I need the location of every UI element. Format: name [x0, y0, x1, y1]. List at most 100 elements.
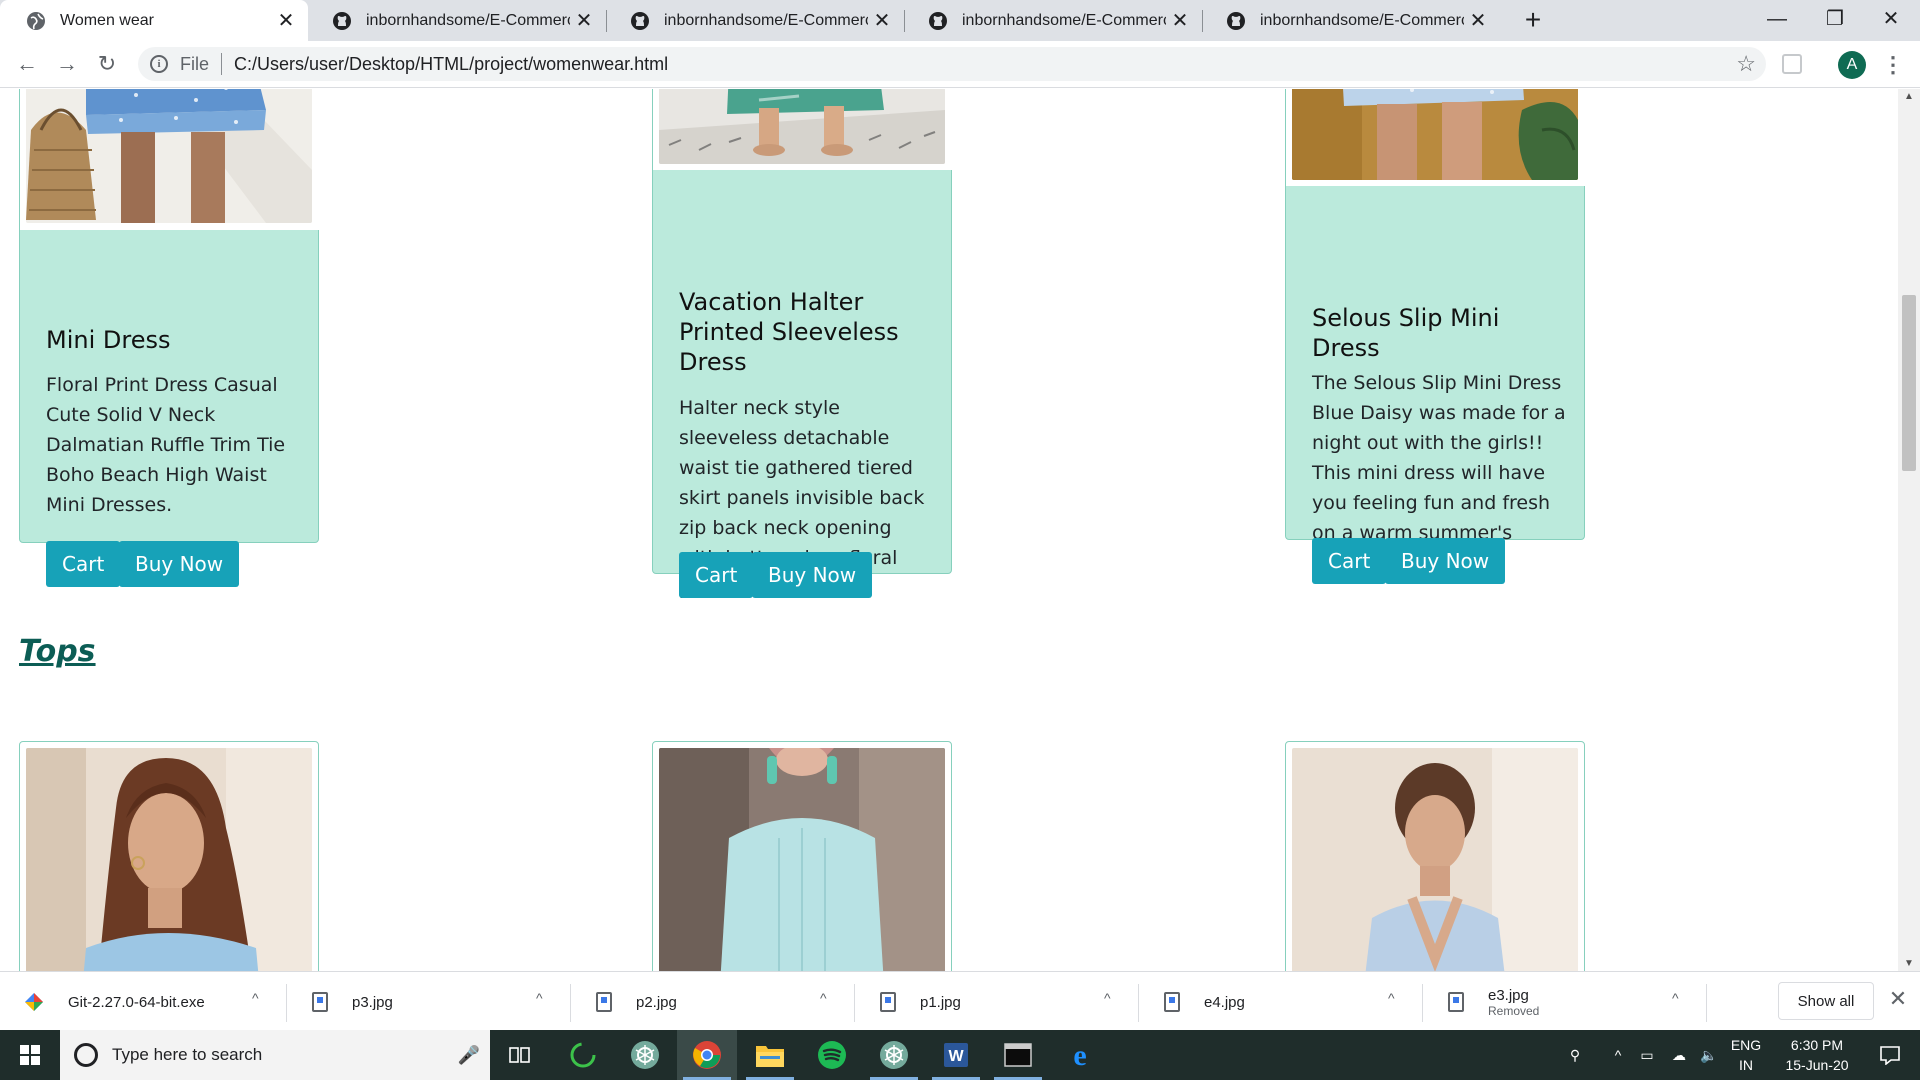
- window-close-button[interactable]: ✕: [1862, 0, 1920, 41]
- download-filename: Git-2.27.0-64-bit.exe: [68, 993, 205, 1011]
- action-center-icon[interactable]: [1862, 1030, 1918, 1080]
- product-image-top-1[interactable]: [26, 748, 312, 971]
- tab-close-icon[interactable]: ✕: [868, 8, 896, 33]
- product-card-mini-dress: Mini Dress Floral Print Dress Casual Cut…: [19, 89, 320, 587]
- maximize-button[interactable]: ❐: [1806, 0, 1864, 41]
- task-view-icon[interactable]: [490, 1030, 550, 1080]
- product-title: Vacation Halter Printed Sleeveless Dress: [679, 288, 899, 376]
- tab-close-icon[interactable]: ✕: [1166, 8, 1194, 33]
- add-to-cart-button[interactable]: Cart: [679, 552, 754, 598]
- file-explorer-icon[interactable]: [740, 1030, 800, 1080]
- tab-github-4[interactable]: inbornhandsome/E-Commerce ✕: [1200, 0, 1500, 41]
- scrollbar-thumb[interactable]: [1902, 295, 1916, 471]
- page-content: Mini Dress Floral Print Dress Casual Cut…: [0, 89, 1898, 971]
- tab-close-icon[interactable]: ✕: [570, 8, 598, 33]
- download-separator: [1422, 984, 1423, 1022]
- profile-avatar[interactable]: A: [1838, 51, 1866, 79]
- product-card-selous-slip-dress: Selous Slip Mini Dress The Selous Slip M…: [1285, 89, 1586, 584]
- windows-start-button[interactable]: [0, 1030, 60, 1080]
- download-options-caret-icon[interactable]: ^: [820, 990, 827, 1006]
- onedrive-cloud-icon[interactable]: ☁: [1664, 1030, 1694, 1080]
- download-item-p2[interactable]: p2.jpg: [596, 980, 677, 1024]
- product-title: Mini Dress: [46, 326, 171, 354]
- download-filename: p3.jpg: [352, 993, 393, 1011]
- tab-github-2[interactable]: inbornhandsome/E-Commerce a ✕: [604, 0, 904, 41]
- add-to-cart-button[interactable]: Cart: [1312, 538, 1387, 584]
- product-image-vacation-halter-dress[interactable]: [659, 89, 945, 164]
- show-all-downloads-button[interactable]: Show all: [1778, 982, 1874, 1020]
- address-bar[interactable]: i File C:/Users/user/Desktop/HTML/projec…: [138, 47, 1766, 81]
- extension-icon[interactable]: [1782, 54, 1802, 74]
- product-description: Floral Print Dress Casual Cute Solid V N…: [46, 374, 286, 516]
- forward-button[interactable]: →: [50, 47, 84, 81]
- openai-app-2-icon[interactable]: [864, 1030, 924, 1080]
- spotify-icon[interactable]: [802, 1030, 862, 1080]
- tab-close-icon[interactable]: ✕: [272, 8, 300, 33]
- tab-title: inbornhandsome/E-Commerce a: [664, 11, 868, 29]
- buy-now-button[interactable]: Buy Now: [1385, 538, 1506, 584]
- download-options-caret-icon[interactable]: ^: [536, 990, 543, 1006]
- close-downloads-bar-icon[interactable]: ✕: [1884, 986, 1912, 1012]
- download-options-caret-icon[interactable]: ^: [1388, 990, 1395, 1006]
- download-item-p1[interactable]: p1.jpg: [880, 980, 961, 1024]
- product-card-top-1: [19, 741, 319, 971]
- tab-github-3[interactable]: inbornhandsome/E-Commerce ✕: [902, 0, 1202, 41]
- system-clock[interactable]: 6:30 PM 15-Jun-20: [1762, 1035, 1872, 1075]
- browser-menu-icon[interactable]: ⋮: [1880, 48, 1906, 82]
- chrome-taskbar-icon[interactable]: [677, 1030, 737, 1080]
- new-tab-button[interactable]: +: [1516, 4, 1550, 38]
- microphone-icon[interactable]: 🎤: [458, 1045, 480, 1066]
- bookmark-star-icon[interactable]: ☆: [1736, 51, 1756, 77]
- image-file-icon: [596, 992, 612, 1012]
- image-file-icon: [312, 992, 328, 1012]
- edge-browser-icon[interactable]: e: [1050, 1030, 1110, 1080]
- reload-button[interactable]: ↻: [90, 47, 124, 81]
- windows-logo-icon: [20, 1045, 40, 1065]
- clock-time: 6:30 PM: [1790, 1037, 1844, 1053]
- openai-app-icon[interactable]: [615, 1030, 675, 1080]
- product-image-top-3[interactable]: [1292, 748, 1578, 971]
- taskbar-search-box[interactable]: Type here to search 🎤: [60, 1030, 490, 1080]
- download-item-e4[interactable]: e4.jpg: [1164, 980, 1245, 1024]
- svg-text:e: e: [1073, 1041, 1086, 1069]
- download-item-p3[interactable]: p3.jpg: [312, 980, 393, 1024]
- people-icon[interactable]: ⚲: [1560, 1030, 1590, 1080]
- product-image-mini-dress[interactable]: [26, 89, 312, 223]
- tab-women-wear[interactable]: Women wear ✕: [0, 0, 308, 41]
- battery-icon[interactable]: ▭: [1632, 1030, 1662, 1080]
- microsoft-word-icon[interactable]: W: [926, 1030, 986, 1080]
- volume-icon[interactable]: 🔈: [1694, 1030, 1724, 1080]
- buy-now-button[interactable]: Buy Now: [119, 541, 240, 587]
- terminal-icon[interactable]: [988, 1030, 1048, 1080]
- show-hidden-icons-icon[interactable]: ^: [1604, 1030, 1632, 1080]
- back-button[interactable]: ←: [10, 47, 44, 81]
- download-item-e3[interactable]: e3.jpg Removed: [1448, 980, 1539, 1024]
- tab-github-1[interactable]: inbornhandsome/E-Commerce a ✕: [306, 0, 606, 41]
- globe-icon: [26, 11, 46, 31]
- minimize-button[interactable]: —: [1748, 0, 1806, 41]
- tab-close-icon[interactable]: ✕: [1464, 8, 1492, 33]
- loading-circle-app-icon[interactable]: [553, 1030, 613, 1080]
- product-image-top-2[interactable]: [659, 748, 945, 971]
- buy-now-button[interactable]: Buy Now: [752, 552, 873, 598]
- download-options-caret-icon[interactable]: ^: [1672, 990, 1679, 1006]
- section-heading-tops: Tops: [19, 634, 96, 669]
- github-icon: [630, 11, 650, 31]
- tab-title: inbornhandsome/E-Commerce: [962, 11, 1166, 29]
- download-options-caret-icon[interactable]: ^: [1104, 990, 1111, 1006]
- download-status: Removed: [1488, 1003, 1540, 1018]
- download-options-caret-icon[interactable]: ^: [252, 990, 259, 1006]
- windows-taskbar: Type here to search 🎤 W e ⚲ ^ ▭ ☁ 🔈 ENG …: [0, 1030, 1920, 1080]
- download-item-git[interactable]: Git-2.27.0-64-bit.exe: [24, 980, 205, 1024]
- scroll-up-arrow-icon[interactable]: ▲: [1898, 91, 1920, 102]
- add-to-cart-button[interactable]: Cart: [46, 541, 121, 587]
- product-image-selous-slip-dress[interactable]: [1292, 89, 1578, 180]
- info-icon[interactable]: i: [150, 55, 168, 73]
- image-file-icon: [880, 992, 896, 1012]
- scheme-label: File: [180, 53, 210, 74]
- browser-toolbar: ← → ↻ i File C:/Users/user/Desktop/HTML/…: [0, 41, 1920, 88]
- page-scrollbar[interactable]: ▲ ▼: [1898, 89, 1920, 971]
- download-filename: p1.jpg: [920, 993, 961, 1011]
- scroll-down-arrow-icon[interactable]: ▼: [1898, 958, 1920, 969]
- url-text[interactable]: C:/Users/user/Desktop/HTML/project/women…: [234, 54, 668, 75]
